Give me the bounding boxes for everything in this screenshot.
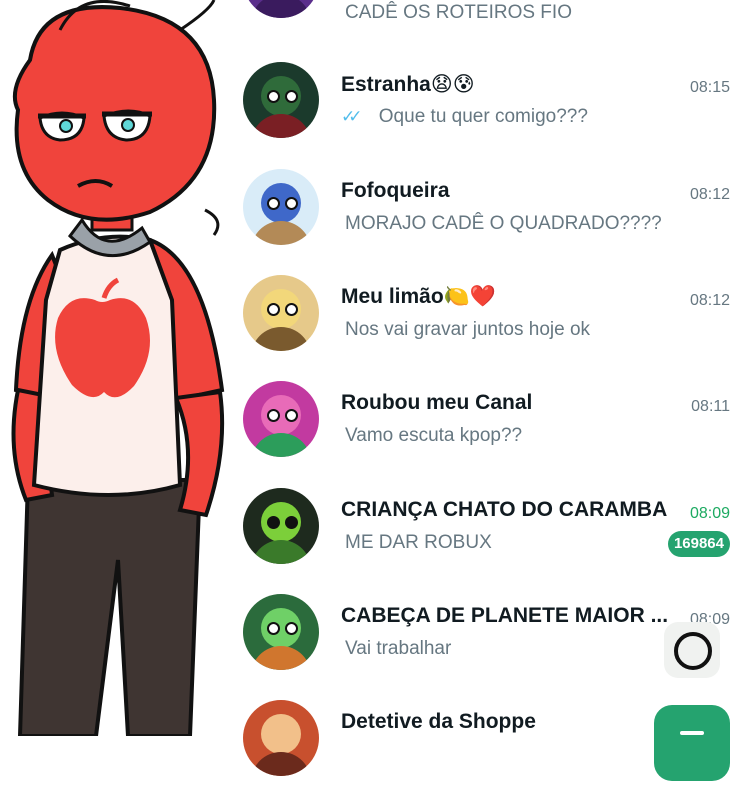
avatar-eye [267, 516, 280, 529]
chat-last-message: Nos vai gravar juntos hoje ok [345, 319, 591, 340]
chat-time: 08:11 [691, 398, 730, 415]
chat-time: 08:09 [689, 505, 730, 522]
chat-last-message: Oque tu quer comigo??? [378, 106, 588, 127]
contact-avatar[interactable] [243, 381, 319, 457]
contact-avatar[interactable] [243, 488, 319, 564]
avatar-eye [285, 303, 298, 316]
character-legs [17, 478, 203, 736]
character-right-arm [173, 389, 225, 518]
chat-time: 08:12 [689, 186, 730, 203]
chat-name: Meu limão🍋❤️ [341, 285, 496, 308]
chat-name: Roubou meu Canal [341, 391, 533, 414]
avatar-eye [267, 197, 280, 210]
new-chat-button[interactable] [654, 705, 730, 781]
chat-time: 08:12 [689, 292, 730, 309]
contact-avatar[interactable] [243, 700, 319, 776]
unread-count-badge: 169864 [667, 531, 730, 557]
character-sticker [11, 0, 225, 736]
contact-avatar[interactable] [243, 594, 319, 670]
avatar-eye [267, 409, 280, 422]
avatar-eye [285, 409, 298, 422]
chat-time: 08:15 [689, 79, 730, 96]
chat-last-message: CADÊ OS ROTEIROS FIO [345, 2, 572, 23]
chat-last-message: MORAJO CADÊ O QUADRADO???? [345, 213, 662, 234]
circle-record-icon [674, 632, 712, 670]
contact-avatar[interactable] [243, 0, 319, 18]
double-check-icon: ✓✓ [341, 107, 362, 126]
new-chat-icon [680, 731, 704, 735]
record-button[interactable] [664, 622, 720, 678]
avatar-body [251, 0, 311, 18]
chat-name: CRIANÇA CHATO DO CARAMBA [341, 498, 668, 521]
chat-last-message-wrap: ✓✓ Oque tu quer comigo??? [341, 106, 588, 128]
avatar-eye [285, 516, 298, 529]
chat-name: CABEÇA DE PLANETE MAIOR ... [341, 604, 669, 627]
avatar-eye [267, 303, 280, 316]
character-left-pupil [59, 119, 73, 133]
contact-avatar[interactable] [243, 62, 319, 138]
character-right-pupil [121, 118, 135, 132]
avatar-eye [285, 622, 298, 635]
avatar-eye [285, 197, 298, 210]
avatar-eye [285, 90, 298, 103]
avatar-face [261, 714, 301, 754]
contact-avatar[interactable] [243, 169, 319, 245]
contact-avatar[interactable] [243, 275, 319, 351]
chat-name: Detetive da Shoppe [341, 710, 536, 733]
chat-last-message: Vamo escuta kpop?? [345, 425, 523, 446]
character-illustration [0, 0, 250, 736]
chat-name: Fofoqueira [341, 179, 450, 202]
avatar-eye [267, 622, 280, 635]
chat-last-message: ME DAR ROBUX [345, 532, 492, 553]
chat-last-message: Vai trabalhar [345, 638, 452, 659]
avatar-eye [267, 90, 280, 103]
chat-name: Estranha😧😰 [341, 73, 475, 96]
